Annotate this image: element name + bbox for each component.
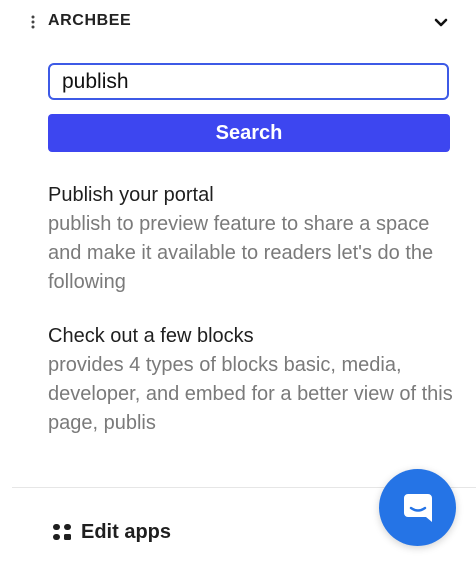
- search-input[interactable]: [48, 63, 449, 100]
- apps-grid-icon: [53, 524, 71, 540]
- search-result[interactable]: Publish your portal publish to preview f…: [48, 180, 460, 297]
- edit-apps-label: Edit apps: [81, 520, 172, 543]
- search-results: Publish your portal publish to preview f…: [48, 180, 460, 462]
- chat-launcher-button[interactable]: [379, 469, 456, 546]
- search-result[interactable]: Check out a few blocks provides 4 types …: [48, 321, 460, 438]
- search-result-snippet: provides 4 types of blocks basic, media,…: [48, 354, 453, 434]
- vertical-dots-icon[interactable]: [30, 15, 36, 29]
- search-result-title[interactable]: Check out a few blocks: [48, 321, 460, 351]
- app-header: ARCHBEE: [30, 10, 450, 36]
- search-button[interactable]: Search: [48, 114, 450, 152]
- edit-apps-button[interactable]: Edit apps: [52, 519, 171, 545]
- chevron-down-icon[interactable]: [432, 14, 450, 32]
- search-result-title[interactable]: Publish your portal: [48, 180, 460, 210]
- app-name: ARCHBEE: [48, 12, 132, 29]
- chat-bubble-icon: [403, 493, 432, 522]
- search-result-snippet: publish to preview feature to share a sp…: [48, 213, 434, 293]
